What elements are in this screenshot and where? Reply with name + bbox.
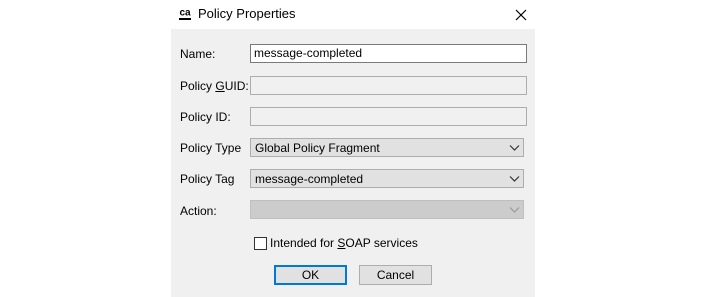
close-icon [515, 9, 527, 20]
policy-type-value: Global Policy Fragment [255, 141, 380, 155]
window-title: Policy Properties [198, 6, 296, 21]
name-input[interactable] [250, 44, 527, 63]
policy-properties-dialog: ca Policy Properties Name: Policy GUID: … [171, 0, 535, 297]
title-bar[interactable]: ca Policy Properties [171, 0, 535, 29]
soap-checkbox-label[interactable]: Intended for SOAP services [270, 236, 418, 250]
name-label: Name: [180, 47, 216, 61]
policy-tag-select[interactable]: message-completed [250, 169, 524, 188]
chevron-down-icon [509, 207, 520, 213]
policy-id-label: Policy ID: [180, 110, 231, 124]
policy-type-select[interactable]: Global Policy Fragment [250, 138, 524, 157]
policy-type-label: Policy Type [180, 141, 242, 155]
policy-tag-value: message-completed [255, 172, 364, 186]
chevron-down-icon [509, 145, 520, 151]
chevron-down-icon [509, 176, 520, 182]
action-label: Action: [180, 204, 217, 218]
policy-tag-label: Policy Tag [180, 172, 235, 186]
ok-button[interactable]: OK [274, 265, 347, 285]
policy-id-input [250, 107, 527, 126]
policy-guid-input [250, 76, 527, 95]
policy-guid-label: Policy GUID: [180, 79, 249, 93]
action-select [250, 200, 524, 219]
cancel-button[interactable]: Cancel [359, 265, 432, 285]
ca-logo-icon: ca [178, 7, 192, 20]
soap-checkbox[interactable] [254, 237, 267, 250]
close-button[interactable] [507, 0, 535, 29]
app-icon-text: ca [179, 8, 191, 19]
